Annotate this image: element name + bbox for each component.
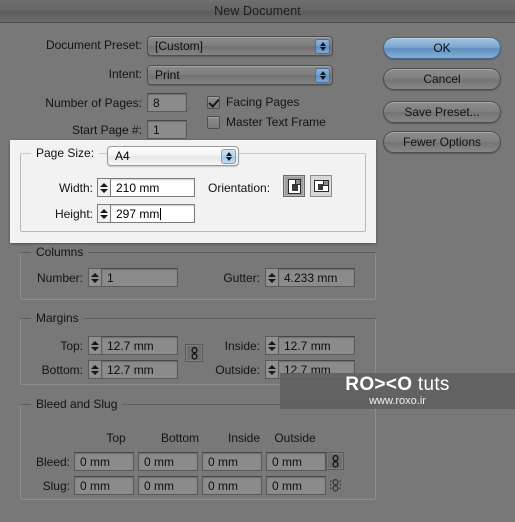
height-label: Height: xyxy=(54,207,93,221)
margin-bottom-input[interactable]: 12.7 mm xyxy=(101,360,178,379)
facing-pages-checkbox[interactable] xyxy=(207,95,220,109)
slug-bottom-input[interactable]: 0 mm xyxy=(138,476,198,495)
margin-bottom-label: Bottom: xyxy=(41,363,83,377)
document-preset-value: [Custom] xyxy=(155,39,204,53)
orientation-label: Orientation: xyxy=(208,181,271,195)
intent-popup[interactable]: Print xyxy=(147,65,333,85)
slug-row-label: Slug: xyxy=(42,479,70,493)
width-input[interactable]: 210 mm xyxy=(110,178,195,197)
intent-label: Intent: xyxy=(108,67,142,81)
watermark-url: www.roxo.ir xyxy=(369,395,426,407)
columns-gutter-input[interactable]: 4.233 mm xyxy=(278,268,355,287)
save-preset-button[interactable]: Save Preset... xyxy=(383,101,501,123)
columns-number-input[interactable]: 1 xyxy=(101,268,178,287)
height-input-value: 297 mm xyxy=(116,206,160,221)
margin-inside-input[interactable]: 12.7 mm xyxy=(278,336,355,355)
margin-outside-input[interactable]: 12.7 mm xyxy=(278,360,355,379)
margin-top-label: Top: xyxy=(60,339,83,353)
margin-outside-stepper[interactable] xyxy=(265,360,278,379)
watermark-brand-light xyxy=(412,374,418,395)
chain-link-icon xyxy=(332,454,338,468)
slug-link-button[interactable] xyxy=(326,476,344,494)
bleed-col-header-bottom: Bottom xyxy=(160,431,199,445)
master-text-frame-checkbox-row[interactable]: Master Text Frame xyxy=(207,115,326,129)
width-label: Width: xyxy=(58,181,93,195)
bleed-top-input[interactable]: 0 mm xyxy=(74,452,134,471)
orientation-portrait-button[interactable] xyxy=(283,175,305,197)
slug-outside-input[interactable]: 0 mm xyxy=(266,476,326,495)
ok-button[interactable]: OK xyxy=(383,37,501,59)
chain-link-dashed-icon xyxy=(329,478,341,492)
width-stepper[interactable] xyxy=(97,178,110,197)
document-preset-label: Document Preset: xyxy=(45,38,142,52)
columns-gutter-stepper[interactable] xyxy=(265,268,278,287)
chevron-updown-icon[interactable] xyxy=(221,149,236,164)
page-size-group-title: Page Size: xyxy=(31,146,100,160)
page-size-highlight-panel: Page Size: A4 Width: 210 mm Height: 297 … xyxy=(10,140,376,243)
portrait-page-icon xyxy=(287,178,301,194)
bleed-col-header-outside: Outside xyxy=(274,431,316,445)
bleed-outside-input[interactable]: 0 mm xyxy=(266,452,326,471)
bleed-slug-group-title: Bleed and Slug xyxy=(31,397,123,411)
number-of-pages-label: Number of Pages: xyxy=(45,96,142,110)
margin-inside-stepper-field[interactable]: 12.7 mm xyxy=(265,336,355,355)
facing-pages-checkbox-row[interactable]: Facing Pages xyxy=(207,95,299,109)
start-page-input[interactable]: 1 xyxy=(147,120,187,139)
facing-pages-label: Facing Pages xyxy=(226,95,300,109)
fewer-options-button[interactable]: Fewer Options xyxy=(383,131,501,153)
margin-inside-stepper[interactable] xyxy=(265,336,278,355)
columns-group-title: Columns xyxy=(31,245,89,259)
orientation-landscape-button[interactable] xyxy=(310,175,332,197)
margin-top-stepper[interactable] xyxy=(88,336,101,355)
margin-top-stepper-field[interactable]: 12.7 mm xyxy=(88,336,178,355)
slug-inside-input[interactable]: 0 mm xyxy=(202,476,262,495)
height-stepper-field[interactable]: 297 mm xyxy=(97,204,195,223)
dialog-titlebar: New Document xyxy=(0,0,515,23)
master-text-frame-label: Master Text Frame xyxy=(226,115,326,129)
dialog-title: New Document xyxy=(214,4,301,18)
columns-number-stepper-field[interactable]: 1 xyxy=(88,268,178,287)
intent-value: Print xyxy=(155,68,180,82)
columns-number-label: Number: xyxy=(36,271,83,285)
text-caret xyxy=(160,207,162,220)
start-page-label: Start Page #: xyxy=(71,123,142,137)
margin-outside-label: Outside: xyxy=(215,363,260,377)
margin-bottom-stepper-field[interactable]: 12.7 mm xyxy=(88,360,178,379)
page-size-value: A4 xyxy=(115,149,130,163)
bleed-col-header-top: Top xyxy=(106,431,126,445)
columns-gutter-label: Gutter: xyxy=(223,271,260,285)
columns-number-stepper[interactable] xyxy=(88,268,101,287)
number-of-pages-input[interactable]: 8 xyxy=(147,93,187,112)
chevron-updown-icon[interactable] xyxy=(315,39,330,54)
document-preset-popup[interactable]: [Custom] xyxy=(147,36,333,56)
bleed-link-button[interactable] xyxy=(326,452,344,470)
margin-outside-stepper-field[interactable]: 12.7 mm xyxy=(265,360,355,379)
margin-top-input[interactable]: 12.7 mm xyxy=(101,336,178,355)
master-text-frame-checkbox[interactable] xyxy=(207,115,220,129)
bleed-row-label: Bleed: xyxy=(35,455,70,469)
bleed-inside-input[interactable]: 0 mm xyxy=(202,452,262,471)
width-stepper-field[interactable]: 210 mm xyxy=(97,178,195,197)
margin-bottom-stepper[interactable] xyxy=(88,360,101,379)
height-stepper[interactable] xyxy=(97,204,110,223)
landscape-page-icon xyxy=(313,180,329,192)
bleed-bottom-input[interactable]: 0 mm xyxy=(138,452,198,471)
slug-top-input[interactable]: 0 mm xyxy=(74,476,134,495)
columns-gutter-stepper-field[interactable]: 4.233 mm xyxy=(265,268,355,287)
chevron-updown-icon[interactable] xyxy=(315,68,330,83)
new-document-dialog: New Document Document Preset: [Custom] I… xyxy=(0,0,515,522)
page-size-popup[interactable]: A4 xyxy=(107,146,239,166)
cancel-button[interactable]: Cancel xyxy=(383,68,501,90)
watermark-brand-light-text: tuts xyxy=(417,374,450,395)
margin-inside-label: Inside: xyxy=(224,339,260,353)
height-input[interactable]: 297 mm xyxy=(110,204,195,223)
margins-group-title: Margins xyxy=(31,311,84,325)
